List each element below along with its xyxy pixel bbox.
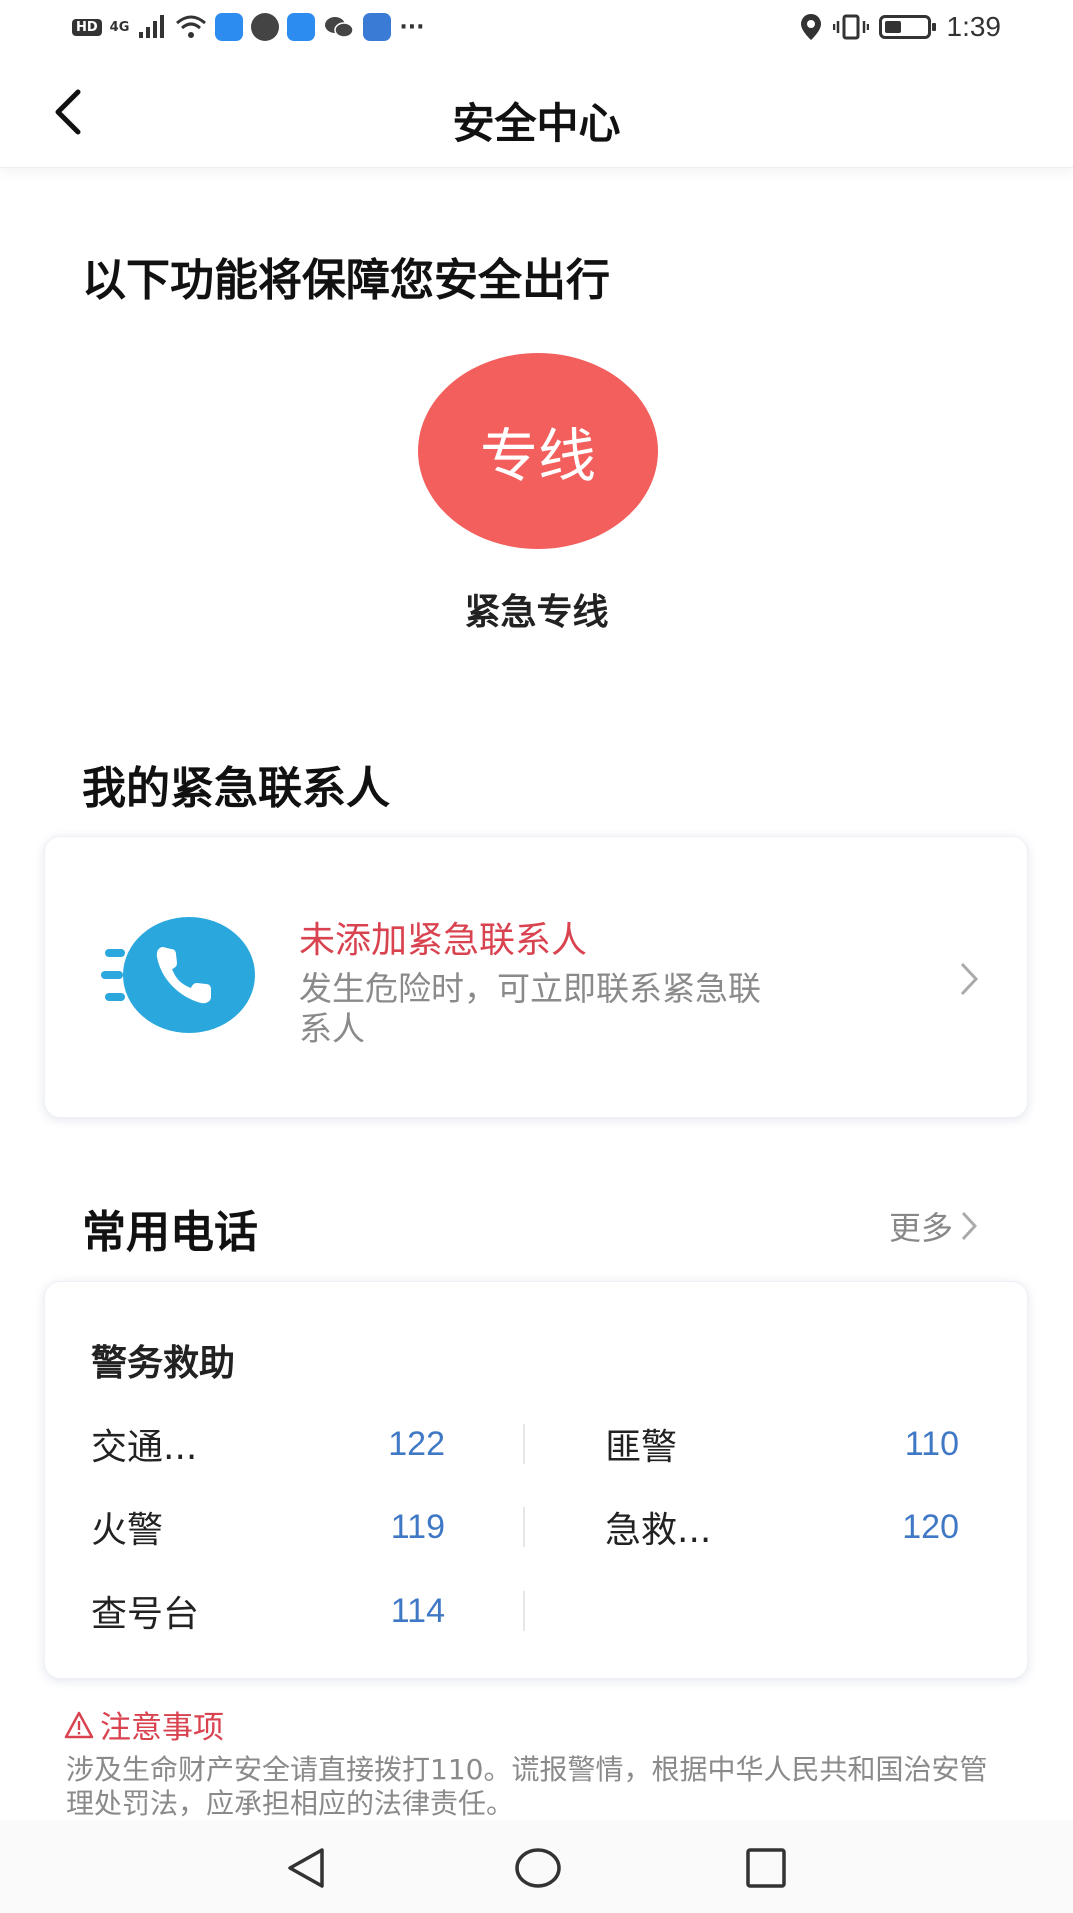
title-bar: 安全中心 (0, 56, 1073, 168)
intro-heading: 以下功能将保障您安全出行 (82, 255, 610, 306)
phone-item-traffic[interactable]: 交通... 122 (91, 1419, 445, 1469)
contact-description: 发生危险时，可立即联系紧急联系人 (299, 969, 761, 1048)
phone-item-police[interactable]: 匪警 110 (605, 1419, 959, 1469)
phone-number: 110 (904, 1424, 959, 1463)
network-type: 4G (109, 19, 130, 35)
column-divider (523, 1591, 525, 1631)
cloud-icon (363, 13, 392, 41)
nav-home-button[interactable] (512, 1842, 564, 1894)
clock: 1:39 (946, 11, 1002, 42)
notice-title-label: 注意事项 (100, 1710, 224, 1746)
phones-heading: 常用电话 (82, 1207, 258, 1258)
phone-name: 火警 (91, 1510, 164, 1551)
more-notifications: ··· (399, 14, 425, 40)
phone-item-directory[interactable]: 查号台 114 (91, 1586, 445, 1636)
square-recents-icon (746, 1848, 786, 1888)
phone-item-ambulance[interactable]: 急救... 120 (605, 1502, 959, 1552)
notice-text: 涉及生命财产安全请直接拨打110。谎报警情，根据中华人民共和国治安管理处罚法，应… (66, 1753, 988, 1820)
hd-icon: HD (72, 18, 102, 36)
status-right: 1:39 (799, 10, 1002, 44)
nav-back-button[interactable] (280, 1842, 332, 1894)
sim-icon (287, 13, 316, 41)
column-divider (523, 1424, 525, 1464)
notice-title: 注意事项 (64, 1702, 224, 1747)
phone-item-fire[interactable]: 火警 119 (91, 1502, 445, 1552)
phone-name: 查号台 (91, 1594, 200, 1635)
phone-icon (101, 917, 255, 1033)
contacts-heading: 我的紧急联系人 (82, 763, 390, 814)
police-help-subheading: 警务救助 (91, 1343, 236, 1384)
emergency-contact-card[interactable]: 未添加紧急联系人 发生危险时，可立即联系紧急联系人 (44, 836, 1028, 1118)
status-left: HD 4G ··· (72, 10, 424, 44)
page-title: 安全中心 (452, 99, 621, 148)
more-phones-link[interactable]: 更多 (889, 1203, 977, 1249)
wechat-icon (325, 17, 355, 38)
phone-number: 114 (390, 1591, 445, 1630)
battery-icon (878, 15, 936, 39)
vibrate-icon (832, 14, 869, 40)
contact-status-title: 未添加紧急联系人 (299, 920, 588, 961)
emergency-hotline-button[interactable]: 专线 (418, 353, 658, 549)
phone-number: 120 (902, 1507, 959, 1546)
status-bar: HD 4G ··· 1:39 (0, 0, 1073, 56)
phone-name: 匪警 (605, 1427, 678, 1468)
hotline-label: 紧急专线 (464, 592, 609, 633)
location-icon (800, 14, 821, 40)
nav-recents-button[interactable] (740, 1842, 792, 1894)
warning-icon (64, 1711, 94, 1738)
hotline-button-label: 专线 (479, 422, 596, 490)
chevron-right-icon (961, 1211, 977, 1241)
common-phones-card: 警务救助 交通... 122 匪警 110 火警 119 急救... 120 查… (44, 1281, 1028, 1679)
wifi-icon (176, 15, 207, 38)
phone-name: 急救... (605, 1510, 712, 1551)
more-label: 更多 (888, 1209, 953, 1247)
signal-icon (139, 15, 165, 38)
phone-number: 122 (388, 1424, 445, 1463)
circle-home-icon (515, 1848, 561, 1888)
system-nav-bar (0, 1820, 1073, 1913)
phone-name: 交通... (91, 1427, 198, 1468)
column-divider (523, 1507, 525, 1547)
triangle-back-icon (288, 1848, 324, 1888)
phone-number: 119 (390, 1507, 445, 1546)
message-icon (251, 13, 280, 41)
weather-icon (215, 13, 244, 41)
chevron-right-icon (960, 962, 979, 996)
